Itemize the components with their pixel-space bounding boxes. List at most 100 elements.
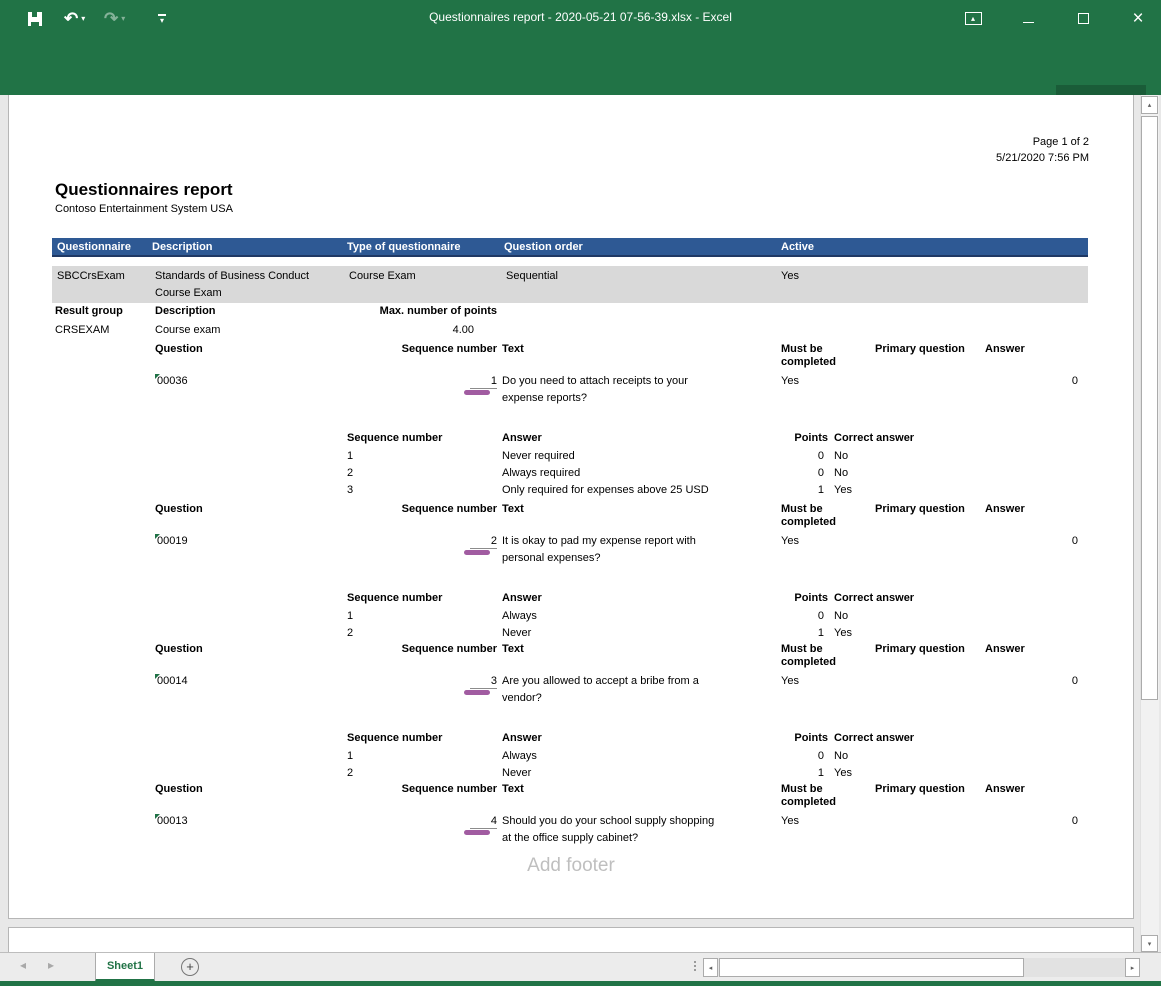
answer-sequence: 2 xyxy=(347,467,353,480)
question-sequence: 4 xyxy=(447,815,497,828)
text-label: Text xyxy=(502,343,524,356)
question-answer-value: 0 xyxy=(1028,815,1078,828)
answers-correct-header: Correct answer xyxy=(834,732,914,745)
close-icon: × xyxy=(1132,9,1143,28)
ribbon-display-options-icon: ▴ xyxy=(965,12,982,25)
answer-correct: No xyxy=(834,750,848,763)
page-number: Page 1 of 2 xyxy=(889,136,1089,149)
answer-correct: No xyxy=(834,450,848,463)
cell-questionnaire: SBCCrsExam xyxy=(57,270,125,283)
question-answer-value: 0 xyxy=(1028,675,1078,688)
answer-correct: Yes xyxy=(834,627,852,640)
report-title: Questionnaires report xyxy=(55,180,233,200)
left-arrow-icon: ◂ xyxy=(709,964,713,972)
sequence-underline xyxy=(470,688,497,689)
result-group-header: Result group xyxy=(55,305,123,318)
answer-correct: Yes xyxy=(834,484,852,497)
down-arrow-icon: ▾ xyxy=(1148,940,1152,948)
sheet-tab-bar: ◂ ▸ Sheet1 + ◂ ▸ xyxy=(0,952,1161,981)
question-text-line1: Are you allowed to accept a bribe from a xyxy=(502,675,699,688)
question-label: Question xyxy=(155,503,203,516)
answers-sequence-header: Sequence number xyxy=(347,732,442,745)
ink-annotation-stroke xyxy=(464,830,490,835)
sequence-underline xyxy=(470,548,497,549)
answer-text: Always xyxy=(502,610,537,623)
question-label: Question xyxy=(155,643,203,656)
text-label: Text xyxy=(502,783,524,796)
answer-sequence: 3 xyxy=(347,484,353,497)
question-id: 00036 xyxy=(157,375,188,388)
sheet-nav-right-icon[interactable]: ▸ xyxy=(48,958,54,972)
result-group-description-header: Description xyxy=(155,305,216,318)
must-be-completed-label: Must be completed xyxy=(781,783,845,809)
question-id: 00019 xyxy=(157,535,188,548)
ink-annotation-stroke xyxy=(464,550,490,555)
minimize-button[interactable] xyxy=(1005,0,1051,37)
new-sheet-button[interactable]: + xyxy=(181,958,199,976)
right-arrow-icon: ▸ xyxy=(1131,964,1135,972)
sequence-number-label: Sequence number xyxy=(347,783,497,796)
answers-sequence-header: Sequence number xyxy=(347,592,442,605)
scroll-up-button[interactable]: ▴ xyxy=(1141,96,1158,114)
sheet-tab-sheet1[interactable]: Sheet1 xyxy=(95,953,155,982)
answers-answer-header: Answer xyxy=(502,432,542,445)
sequence-number-label: Sequence number xyxy=(347,503,497,516)
answer-points: 1 xyxy=(744,627,824,640)
question-sequence: 1 xyxy=(447,375,497,388)
question-text-line2: expense reports? xyxy=(502,392,587,405)
question-text-line2: vendor? xyxy=(502,692,542,705)
tabbar-splitter-handle[interactable] xyxy=(694,961,696,971)
scroll-left-button[interactable]: ◂ xyxy=(703,958,718,977)
answers-sequence-header: Sequence number xyxy=(347,432,442,445)
sheet-nav-left-icon[interactable]: ◂ xyxy=(20,958,26,972)
answer-sequence: 1 xyxy=(347,610,353,623)
ribbon-display-options-button[interactable]: ▴ xyxy=(950,0,996,37)
col-header-description: Description xyxy=(152,241,213,254)
answer-text: Only required for expenses above 25 USD xyxy=(502,484,709,497)
questionnaire-table-header: Questionnaire Description Type of questi… xyxy=(52,238,1088,257)
horizontal-scrollbar-thumb[interactable] xyxy=(719,958,1024,977)
minimize-icon xyxy=(1023,22,1034,23)
question-must-value: Yes xyxy=(781,375,799,388)
ribbon-tab-bar: File Home Insert Page Layout Formulas Da… xyxy=(0,37,1161,95)
answers-answer-header: Answer xyxy=(502,732,542,745)
answer-label: Answer xyxy=(985,343,1025,356)
col-header-active: Active xyxy=(781,241,814,254)
print-timestamp: 5/21/2020 7:56 PM xyxy=(889,152,1089,165)
answer-text: Never xyxy=(502,627,531,640)
question-sequence: 2 xyxy=(447,535,497,548)
text-label: Text xyxy=(502,503,524,516)
must-be-completed-label: Must be completed xyxy=(781,643,845,669)
must-be-completed-label: Must be completed xyxy=(781,503,845,529)
answer-correct: No xyxy=(834,467,848,480)
ink-annotation-stroke xyxy=(464,390,490,395)
answer-label: Answer xyxy=(985,643,1025,656)
scroll-right-button[interactable]: ▸ xyxy=(1125,958,1140,977)
page-2-top-edge xyxy=(8,927,1134,952)
cell-description-line1: Standards of Business Conduct xyxy=(155,270,309,283)
answer-sequence: 2 xyxy=(347,627,353,640)
answer-text: Always xyxy=(502,750,537,763)
answers-points-header: Points xyxy=(748,732,828,745)
question-must-value: Yes xyxy=(781,535,799,548)
cell-order: Sequential xyxy=(506,270,558,283)
maximize-button[interactable] xyxy=(1060,0,1106,37)
cell-description-line2: Course Exam xyxy=(155,287,222,300)
sequence-number-label: Sequence number xyxy=(347,343,497,356)
answer-sequence: 1 xyxy=(347,450,353,463)
vertical-scrollbar-thumb[interactable] xyxy=(1141,116,1158,700)
scroll-down-button[interactable]: ▾ xyxy=(1141,935,1158,952)
question-text-line2: personal expenses? xyxy=(502,552,600,565)
maximize-icon xyxy=(1078,13,1089,24)
answers-points-header: Points xyxy=(748,432,828,445)
close-button[interactable]: × xyxy=(1115,0,1161,37)
answers-correct-header: Correct answer xyxy=(834,592,914,605)
answers-answer-header: Answer xyxy=(502,592,542,605)
add-footer-placeholder[interactable]: Add footer xyxy=(371,855,771,877)
answer-text: Always required xyxy=(502,467,580,480)
col-header-type: Type of questionnaire xyxy=(347,241,460,254)
question-text-line1: Do you need to attach receipts to your xyxy=(502,375,688,388)
cell-type: Course Exam xyxy=(349,270,416,283)
max-points-header: Max. number of points xyxy=(297,305,497,318)
question-text-line1: It is okay to pad my expense report with xyxy=(502,535,696,548)
